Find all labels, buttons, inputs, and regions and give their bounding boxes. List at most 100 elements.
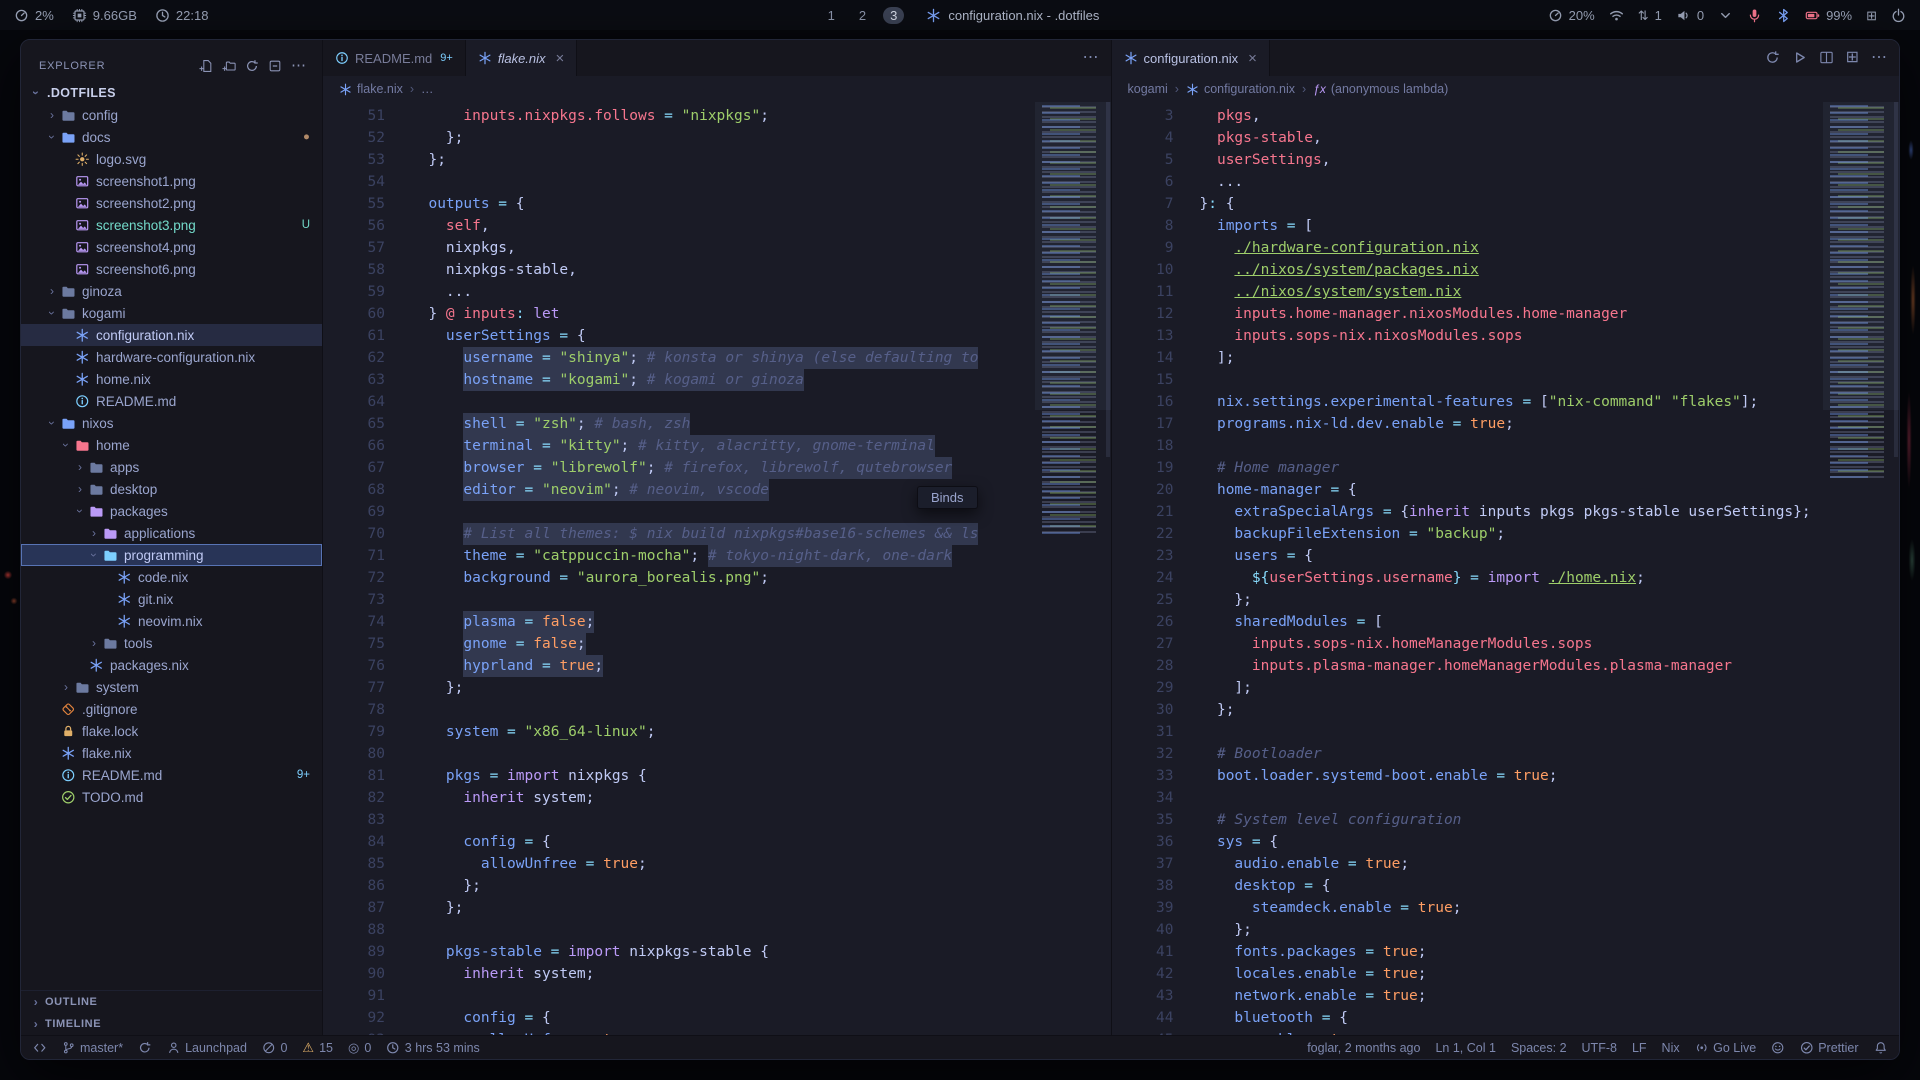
code-line[interactable]: 82 inherit system; <box>339 787 1111 809</box>
tree-item-packages[interactable]: ›packages <box>21 500 322 522</box>
tree-item-flake-lock[interactable]: flake.lock <box>21 720 322 742</box>
timeline-section[interactable]: ›TIMELINE <box>21 1013 322 1035</box>
code-line[interactable]: 36 sys = { <box>1128 831 1900 853</box>
workspace-2[interactable]: 2 <box>852 7 873 24</box>
feedback[interactable] <box>1771 1041 1785 1055</box>
tree-item-kogami[interactable]: ›kogami <box>21 302 322 324</box>
power-button[interactable] <box>1891 8 1906 23</box>
code-line[interactable]: 13 inputs.sops-nix.nixosModules.sops <box>1128 325 1900 347</box>
tree-item-apps[interactable]: ›apps <box>21 456 322 478</box>
tree-item-git-nix[interactable]: git.nix <box>21 588 322 610</box>
code-line[interactable]: 90 inherit system; <box>339 963 1111 985</box>
tree-item-screenshot3-png[interactable]: screenshot3.pngU <box>21 214 322 236</box>
code-line[interactable]: 38 desktop = { <box>1128 875 1900 897</box>
tree-item-programming[interactable]: ›programming <box>21 544 322 566</box>
tree-item-todo-md[interactable]: TODO.md <box>21 786 322 808</box>
code-line[interactable]: 16 nix.settings.experimental-features = … <box>1128 391 1900 413</box>
code-line[interactable]: 64 <box>339 391 1111 413</box>
code-line[interactable]: 59 ... <box>339 281 1111 303</box>
code-editor[interactable]: 51 inputs.nixpkgs.follows = "nixpkgs";52… <box>323 102 1111 1035</box>
usage-indicator[interactable]: 20% <box>1548 8 1595 23</box>
code-line[interactable]: 24 ${userSettings.username} = import ./h… <box>1128 567 1900 589</box>
code-line[interactable]: 76 hyprland = true; <box>339 655 1111 677</box>
tree-item-configuration-nix[interactable]: configuration.nix <box>21 324 322 346</box>
tree-item-logo-svg[interactable]: logo.svg <box>21 148 322 170</box>
tree-item-screenshot4-png[interactable]: screenshot4.png <box>21 236 322 258</box>
code-line[interactable]: 27 inputs.sops-nix.homeManagerModules.so… <box>1128 633 1900 655</box>
code-area[interactable]: 3 pkgs,4 pkgs-stable,5 userSettings,6 ..… <box>1112 102 1900 1035</box>
code-line[interactable]: 69 <box>339 501 1111 523</box>
more-editor-actions-icon[interactable]: ⋯ <box>1083 49 1099 67</box>
chevron-icon[interactable]: › <box>87 636 101 650</box>
code-line[interactable]: 54 <box>339 171 1111 193</box>
battery-indicator[interactable]: 99% <box>1805 8 1852 23</box>
tray-apps[interactable]: ⊞ <box>1866 9 1877 22</box>
code-line[interactable]: 35 # System level configuration <box>1128 809 1900 831</box>
code-line[interactable]: 63 hostname = "kogami"; # kogami or gino… <box>339 369 1111 391</box>
code-line[interactable]: 20 home-manager = { <box>1128 479 1900 501</box>
code-line[interactable]: 88 <box>339 919 1111 941</box>
collapse-folders-button[interactable] <box>268 57 282 75</box>
minimap[interactable] <box>1823 102 1899 1035</box>
code-line[interactable]: 43 network.enable = true; <box>1128 985 1900 1007</box>
code-line[interactable]: 23 users = { <box>1128 545 1900 567</box>
code-line[interactable]: 44 bluetooth = { <box>1128 1007 1900 1029</box>
code-line[interactable]: 92 config = { <box>339 1007 1111 1029</box>
ports[interactable]: ◎0 <box>348 1041 371 1055</box>
tree-item-screenshot2-png[interactable]: screenshot2.png <box>21 192 322 214</box>
chevron-icon[interactable]: › <box>87 526 101 540</box>
memory-usage[interactable]: 9.66GB <box>72 8 137 23</box>
code-line[interactable]: 29 ]; <box>1128 677 1900 699</box>
volume-indicator[interactable]: 0 <box>1676 8 1704 23</box>
tree-item-flake-nix[interactable]: flake.nix <box>21 742 322 764</box>
code-line[interactable]: 57 nixpkgs, <box>339 237 1111 259</box>
chevron-icon[interactable]: › <box>45 130 59 144</box>
chevron-icon[interactable]: › <box>73 504 87 518</box>
tree-item-readme-md[interactable]: README.md9+ <box>21 764 322 786</box>
tab-readme-md[interactable]: README.md9+ <box>323 40 466 76</box>
code-area[interactable]: 51 inputs.nixpkgs.follows = "nixpkgs";52… <box>323 102 1111 1035</box>
breadcrumb-item[interactable]: ƒx(anonymous lambda) <box>1313 82 1448 96</box>
code-line[interactable]: 93 allowUnfree = true; <box>339 1029 1111 1035</box>
code-line[interactable]: 62 username = "shinya"; # konsta or shin… <box>339 347 1111 369</box>
tree-item-home[interactable]: ›home <box>21 434 322 456</box>
chevron-icon[interactable]: › <box>29 86 43 100</box>
code-line[interactable]: 83 <box>339 809 1111 831</box>
split-editor-icon[interactable] <box>1819 49 1834 67</box>
code-line[interactable]: 42 locales.enable = true; <box>1128 963 1900 985</box>
sync-button[interactable] <box>138 1041 152 1055</box>
chevron-icon[interactable]: › <box>73 460 87 474</box>
code-line[interactable]: 41 fonts.packages = true; <box>1128 941 1900 963</box>
tree-item-config[interactable]: ›config <box>21 104 322 126</box>
code-line[interactable]: 61 userSettings = { <box>339 325 1111 347</box>
more-editor-actions-icon[interactable]: ⋯ <box>1871 49 1887 67</box>
code-line[interactable]: 14 ]; <box>1128 347 1900 369</box>
clock[interactable]: 22:18 <box>155 8 209 23</box>
workspace-1[interactable]: 1 <box>821 7 842 24</box>
code-line[interactable]: 11 ../nixos/system/system.nix <box>1128 281 1900 303</box>
breadcrumb-item[interactable]: flake.nix <box>339 82 403 96</box>
scrollbar[interactable] <box>1893 102 1899 1035</box>
network-traffic[interactable]: ⇅1 <box>1638 8 1662 23</box>
chevron-icon[interactable]: › <box>73 482 87 496</box>
tree-item-screenshot6-png[interactable]: screenshot6.png <box>21 258 322 280</box>
chevron-icon[interactable]: › <box>59 680 73 694</box>
editor-layout-icon[interactable]: ⊞ <box>1846 49 1859 67</box>
code-line[interactable]: 22 backupFileExtension = "backup"; <box>1128 523 1900 545</box>
code-line[interactable]: 84 config = { <box>339 831 1111 853</box>
mic-indicator[interactable] <box>1747 8 1762 23</box>
tree-item-applications[interactable]: ›applications <box>21 522 322 544</box>
code-line[interactable]: 26 sharedModules = [ <box>1128 611 1900 633</box>
workspace-3[interactable]: 3 <box>883 7 904 24</box>
tree-item-nixos[interactable]: ›nixos <box>21 412 322 434</box>
git-blame[interactable]: foglar, 2 months ago <box>1307 1041 1420 1055</box>
code-line[interactable]: 91 <box>339 985 1111 1007</box>
code-line[interactable]: 78 <box>339 699 1111 721</box>
code-line[interactable]: 34 <box>1128 787 1900 809</box>
indentation[interactable]: Spaces: 2 <box>1511 1041 1567 1055</box>
tree-item-dotfiles[interactable]: ›.DOTFILES <box>21 82 322 104</box>
code-line[interactable]: 55 outputs = { <box>339 193 1111 215</box>
code-line[interactable]: 12 inputs.home-manager.nixosModules.home… <box>1128 303 1900 325</box>
encoding[interactable]: UTF-8 <box>1582 1041 1617 1055</box>
code-line[interactable]: 85 allowUnfree = true; <box>339 853 1111 875</box>
